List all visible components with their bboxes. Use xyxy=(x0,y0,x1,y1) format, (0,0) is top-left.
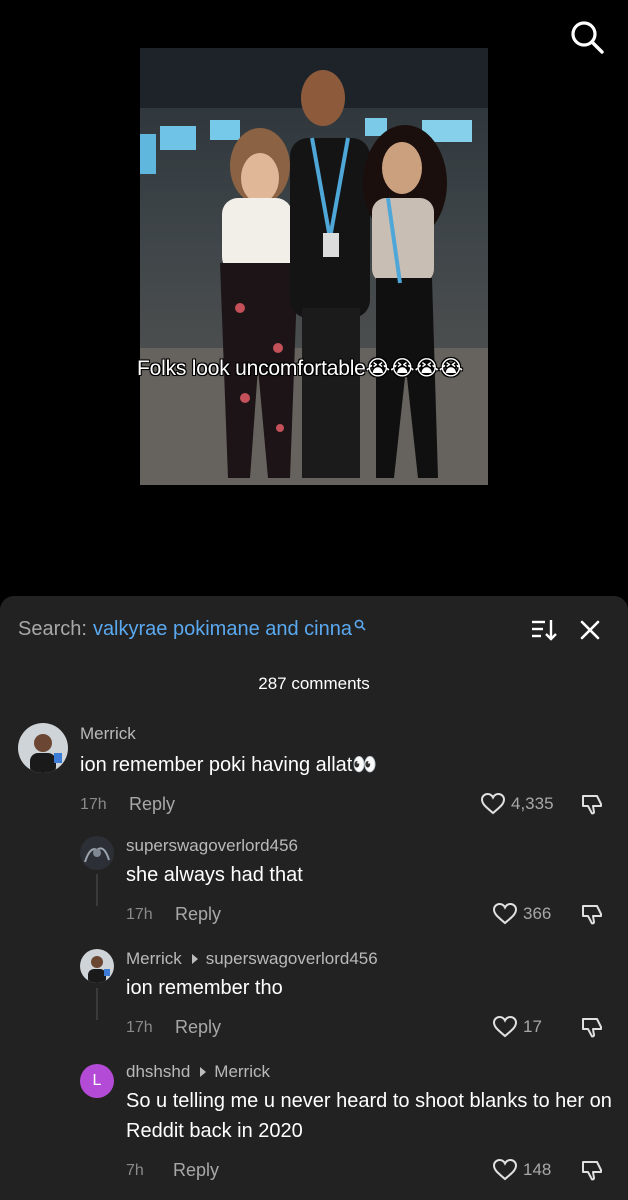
comment-time: 17h xyxy=(126,1019,153,1036)
comment-reply-item: L dhshshd Merrick So u telling me u neve… xyxy=(0,1060,628,1200)
dislike-icon[interactable] xyxy=(580,792,604,816)
heart-icon xyxy=(480,792,506,815)
sort-icon[interactable] xyxy=(530,618,558,642)
reply-button[interactable]: Reply xyxy=(175,1017,221,1038)
search-icon[interactable] xyxy=(568,18,606,56)
like-count: 4,335 xyxy=(511,794,554,813)
like-count: 148 xyxy=(523,1160,552,1179)
comment-item: Merrick ion remember poki having allat👀 … xyxy=(0,720,628,820)
like-count: 366 xyxy=(523,904,552,923)
comment-username[interactable]: superswagoverlord456 xyxy=(126,836,298,856)
comment-text: So u telling me u never heard to shoot b… xyxy=(126,1090,612,1142)
video-player[interactable]: Folks look uncomfortable😭😭😭😭 xyxy=(0,0,628,596)
comment-username[interactable]: dhshshd Merrick xyxy=(126,1062,270,1082)
avatar-letter: L xyxy=(92,1072,102,1089)
avatar[interactable] xyxy=(18,723,68,773)
like-button[interactable]: 148 xyxy=(492,1158,551,1182)
avatar[interactable]: L xyxy=(80,1064,114,1098)
dislike-icon[interactable] xyxy=(580,1158,604,1182)
avatar[interactable] xyxy=(80,949,114,983)
comment-username[interactable]: Merrick xyxy=(80,724,136,744)
comment-count: 287 comments xyxy=(258,674,370,693)
heart-icon xyxy=(492,902,518,925)
heart-icon xyxy=(492,1158,518,1181)
like-count: 17 xyxy=(523,1017,542,1036)
reply-button[interactable]: Reply xyxy=(173,1160,219,1181)
search-term-link[interactable]: valkyrae pokimane and cinna xyxy=(93,618,352,641)
comment-time: 17h xyxy=(126,906,153,923)
close-icon[interactable] xyxy=(578,618,602,642)
like-button[interactable]: 366 xyxy=(492,902,551,926)
reply-arrow-icon xyxy=(200,1067,207,1077)
comment-username[interactable]: Merrick superswagoverlord456 xyxy=(126,949,378,969)
comment-reply-item: superswagoverlord456 she always had that… xyxy=(0,834,628,934)
related-search[interactable]: Search: valkyrae pokimane and cinna xyxy=(18,614,610,644)
search-label: Search: xyxy=(18,617,87,640)
comment-time: 7h xyxy=(126,1162,144,1179)
dislike-icon[interactable] xyxy=(580,1015,604,1039)
comment-reply-item: Merrick superswagoverlord456 ion remembe… xyxy=(0,947,628,1047)
like-button[interactable]: 4,335 xyxy=(480,792,554,816)
search-small-icon xyxy=(354,619,366,631)
comment-text: she always had that xyxy=(126,864,303,886)
reply-button[interactable]: Reply xyxy=(129,794,175,815)
dislike-icon[interactable] xyxy=(580,902,604,926)
comment-time: 17h xyxy=(80,796,107,813)
avatar[interactable] xyxy=(80,836,114,870)
reply-to-username[interactable]: Merrick xyxy=(214,1062,270,1082)
video-caption: Folks look uncomfortable😭😭😭😭 xyxy=(137,357,463,380)
like-button[interactable]: 17 xyxy=(492,1015,542,1039)
reply-button[interactable]: Reply xyxy=(175,904,221,925)
reply-to-username[interactable]: superswagoverlord456 xyxy=(206,949,378,969)
heart-icon xyxy=(492,1015,518,1038)
video-frame xyxy=(140,48,488,485)
comment-text: ion remember poki having allat👀 xyxy=(80,754,378,776)
reply-arrow-icon xyxy=(191,954,198,964)
comment-text: ion remember tho xyxy=(126,977,283,999)
comments-sheet: Search: valkyrae pokimane and cinna 287 … xyxy=(0,596,628,1200)
